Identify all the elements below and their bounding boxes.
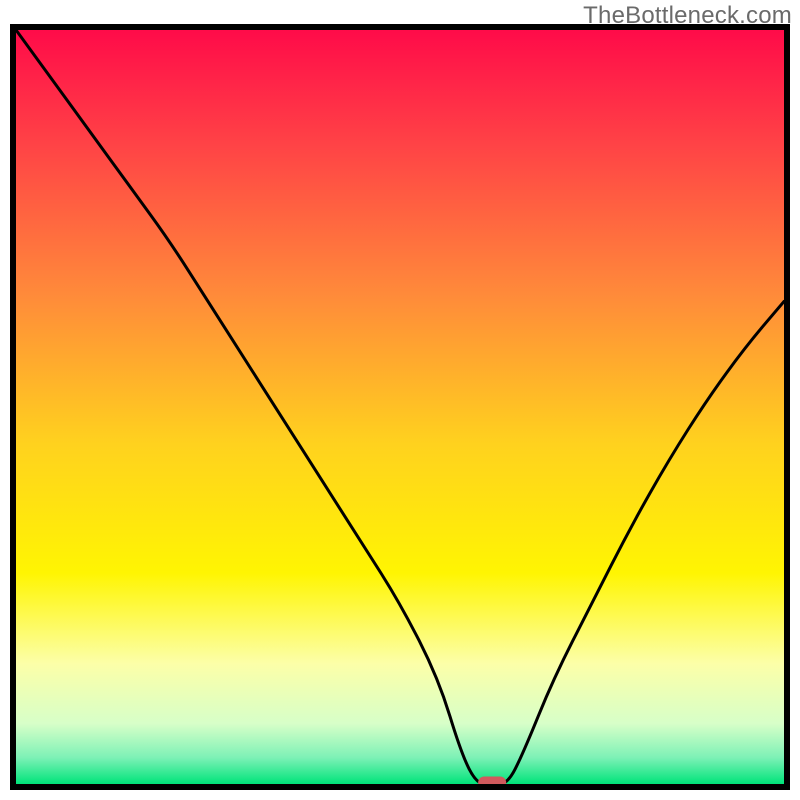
gradient-background [16, 30, 784, 784]
bottleneck-chart [0, 0, 800, 800]
chart-stage: TheBottleneck.com [0, 0, 800, 800]
